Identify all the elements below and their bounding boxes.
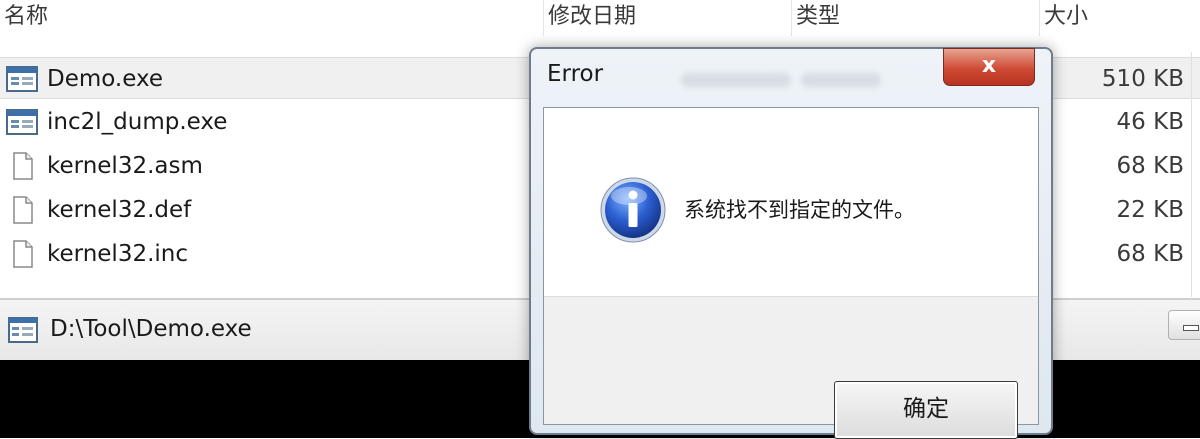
column-header-modified[interactable]: 修改日期	[543, 0, 787, 36]
file-size: 46 KB	[1116, 109, 1184, 135]
column-header-name[interactable]: 名称	[0, 0, 535, 36]
file-size: 68 KB	[1116, 153, 1184, 179]
error-dialog: Error x 系统找不到指定的文件。 确定	[529, 47, 1053, 439]
vertical-scrollbar[interactable]	[1191, 52, 1200, 297]
ok-button[interactable]: 确定	[834, 381, 1018, 439]
exe-window-icon	[6, 66, 38, 92]
blurred-background	[681, 73, 791, 87]
error-message: 系统找不到指定的文件。	[684, 198, 915, 222]
file-name: kernel32.def	[47, 197, 192, 223]
exe-window-icon	[6, 109, 38, 135]
console-title: D:\Tool\Demo.exe	[50, 316, 252, 342]
file-name: Demo.exe	[47, 66, 164, 92]
column-header-row: 名称 修改日期 类型 大小	[0, 0, 1200, 38]
console-window-icon	[8, 317, 38, 343]
minimize-button[interactable]	[1168, 310, 1200, 340]
column-header-type[interactable]: 类型	[791, 0, 1035, 36]
file-size: 22 KB	[1116, 197, 1184, 223]
blurred-background	[801, 73, 881, 87]
button-area: 确定	[544, 296, 1038, 439]
dialog-content: 系统找不到指定的文件。 确定	[543, 107, 1039, 439]
info-icon	[600, 177, 666, 243]
close-icon: x	[981, 53, 997, 78]
document-icon	[13, 152, 33, 180]
document-icon	[13, 240, 33, 268]
document-icon	[13, 196, 33, 224]
dialog-title: Error	[547, 61, 604, 87]
message-area: 系统找不到指定的文件。	[544, 108, 1038, 296]
file-name: kernel32.inc	[47, 241, 189, 267]
minimize-icon	[1183, 325, 1199, 331]
close-button[interactable]: x	[943, 48, 1035, 86]
column-header-size[interactable]: 大小	[1039, 0, 1200, 36]
file-name: inc2l_dump.exe	[47, 109, 228, 135]
file-name: kernel32.asm	[47, 153, 203, 179]
file-size: 510 KB	[1101, 66, 1184, 92]
file-size: 68 KB	[1116, 241, 1184, 267]
